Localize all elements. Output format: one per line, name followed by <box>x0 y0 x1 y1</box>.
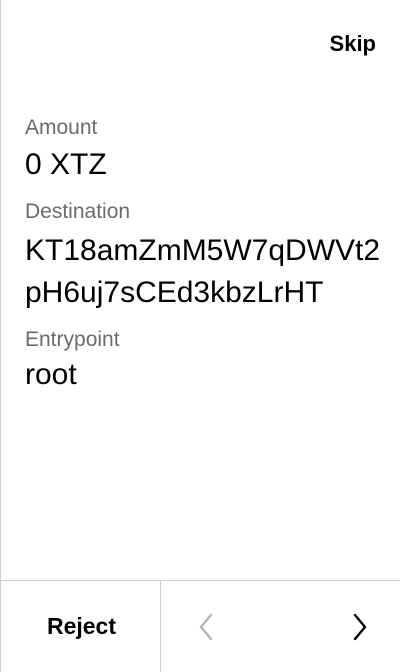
next-page-button[interactable] <box>345 607 375 647</box>
entrypoint-label: Entrypoint <box>25 328 120 351</box>
transaction-details: Amount 0 XTZ Destination KT18amZmM5W7qDW… <box>25 114 381 408</box>
skip-button[interactable]: Skip <box>330 30 376 58</box>
previous-page-button[interactable] <box>191 607 221 647</box>
entrypoint-value: root <box>25 358 77 391</box>
destination-value: KT18amZmM5W7qDWVt2pH6uj7sCEd3kbzLrHT <box>25 234 381 309</box>
amount-label: Amount <box>25 116 98 139</box>
chevron-right-icon <box>353 613 367 640</box>
destination-label: Destination <box>25 200 131 223</box>
action-footer: Reject <box>1 580 400 672</box>
page-navigation <box>161 581 400 672</box>
reject-button[interactable]: Reject <box>1 581 161 672</box>
review-screen: Skip Amount 0 XTZ Destination KT18amZmM5… <box>0 0 400 672</box>
amount-value: 0 XTZ <box>25 148 107 181</box>
chevron-left-icon <box>199 613 213 640</box>
